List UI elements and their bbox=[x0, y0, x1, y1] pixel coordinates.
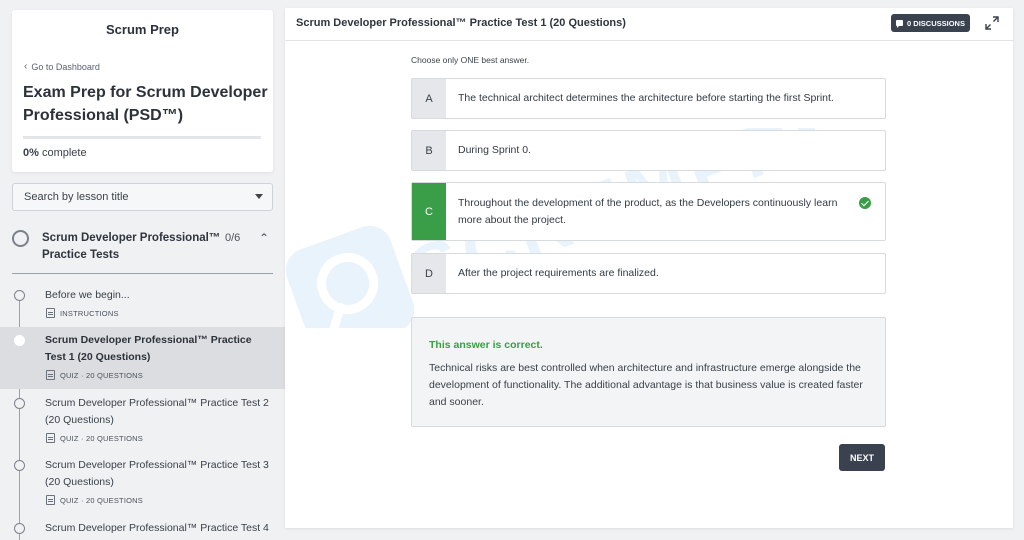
option-letter: D bbox=[412, 254, 446, 293]
progress-percent: 0% bbox=[23, 147, 39, 159]
lesson-item[interactable]: Before we begin... INSTRUCTIONS bbox=[0, 281, 285, 327]
document-icon bbox=[46, 308, 55, 318]
feedback-body: Technical risks are best controlled when… bbox=[429, 362, 863, 408]
chat-bubble-icon bbox=[896, 20, 904, 28]
caret-down-icon bbox=[255, 194, 263, 199]
lesson-status-icon bbox=[14, 460, 25, 471]
lesson-item[interactable]: Scrum Developer Professional™ Practice T… bbox=[0, 390, 285, 452]
check-circle-icon bbox=[859, 197, 871, 209]
quiz-icon bbox=[46, 433, 55, 443]
expand-icon[interactable] bbox=[985, 16, 999, 30]
chevron-up-icon[interactable]: ⌃ bbox=[259, 231, 269, 245]
option-letter: A bbox=[412, 79, 446, 118]
lesson-meta: QUIZ · 20 QUESTIONS bbox=[46, 495, 143, 505]
back-to-dashboard-link[interactable]: ‹ Go to Dashboard bbox=[24, 61, 100, 72]
course-title: Exam Prep for Scrum Developer Profession… bbox=[23, 84, 268, 124]
lesson-title: Scrum Developer Professional™ Practice T… bbox=[45, 334, 252, 363]
option-letter: B bbox=[412, 131, 446, 170]
lesson-item-active[interactable]: Scrum Developer Professional™ Practice T… bbox=[0, 327, 285, 389]
section-header[interactable]: Scrum Developer Professional™ Practice T… bbox=[12, 228, 273, 274]
lesson-status-icon bbox=[14, 398, 25, 409]
lesson-item[interactable]: Scrum Developer Professional™ Practice T… bbox=[0, 452, 285, 514]
discussions-button[interactable]: 0 DISCUSSIONS bbox=[891, 14, 970, 32]
option-letter: C bbox=[412, 183, 446, 240]
quiz-panel: SCRUMPREP Scrum Developer Professional™ … bbox=[285, 8, 1013, 528]
answer-option-c[interactable]: C Throughout the development of the prod… bbox=[411, 182, 886, 241]
course-card: Scrum Prep ‹ Go to Dashboard Exam Prep f… bbox=[12, 10, 273, 172]
lesson-status-icon bbox=[14, 290, 25, 301]
lesson-meta-label: QUIZ · 20 QUESTIONS bbox=[60, 370, 143, 380]
lesson-meta-label: QUIZ · 20 QUESTIONS bbox=[60, 433, 143, 443]
section-status-circle-icon bbox=[12, 230, 29, 247]
option-text: During Sprint 0. bbox=[458, 144, 531, 156]
next-button[interactable]: NEXT bbox=[839, 444, 885, 471]
quiz-title: Scrum Developer Professional™ Practice T… bbox=[296, 17, 626, 29]
feedback-title: This answer is correct. bbox=[429, 339, 543, 351]
progress-bar bbox=[23, 136, 261, 139]
search-select-label: Search by lesson title bbox=[24, 191, 129, 203]
lesson-item[interactable]: Scrum Developer Professional™ Practice T… bbox=[0, 515, 285, 540]
answer-option-d[interactable]: D After the project requirements are fin… bbox=[411, 253, 886, 294]
section-title: Scrum Developer Professional™ Practice T… bbox=[42, 232, 221, 261]
chevron-left-icon: ‹ bbox=[24, 61, 28, 72]
answer-feedback: This answer is correct. Technical risks … bbox=[411, 317, 886, 427]
option-text: The technical architect determines the a… bbox=[458, 92, 834, 104]
lesson-search-select[interactable]: Search by lesson title bbox=[12, 183, 273, 211]
back-link-label: Go to Dashboard bbox=[31, 61, 100, 72]
lesson-meta: INSTRUCTIONS bbox=[46, 308, 119, 318]
quiz-header: Scrum Developer Professional™ Practice T… bbox=[285, 8, 1013, 41]
lesson-title: Scrum Developer Professional™ Practice T… bbox=[45, 522, 269, 534]
lesson-meta: QUIZ · 20 QUESTIONS bbox=[46, 433, 143, 443]
answer-option-b[interactable]: B During Sprint 0. bbox=[411, 130, 886, 171]
instruction-text: Choose only ONE best answer. bbox=[411, 55, 530, 65]
lesson-title: Scrum Developer Professional™ Practice T… bbox=[45, 459, 269, 488]
quiz-icon bbox=[46, 370, 55, 380]
lesson-status-icon bbox=[14, 523, 25, 534]
section-count: 0/6 bbox=[225, 232, 241, 244]
lesson-meta-label: QUIZ · 20 QUESTIONS bbox=[60, 495, 143, 505]
answer-option-a[interactable]: A The technical architect determines the… bbox=[411, 78, 886, 119]
lesson-meta: QUIZ · 20 QUESTIONS bbox=[46, 370, 143, 380]
lesson-title: Scrum Developer Professional™ Practice T… bbox=[45, 397, 269, 426]
option-text: After the project requirements are final… bbox=[458, 267, 659, 279]
lesson-title: Before we begin... bbox=[45, 289, 130, 301]
brand-name: Scrum Prep bbox=[106, 22, 179, 37]
lesson-status-icon bbox=[14, 335, 25, 346]
option-text: Throughout the development of the produc… bbox=[458, 196, 838, 226]
lesson-meta-label: INSTRUCTIONS bbox=[60, 308, 119, 318]
discussions-label: 0 DISCUSSIONS bbox=[907, 18, 965, 28]
quiz-icon bbox=[46, 495, 55, 505]
progress-text: 0% complete bbox=[23, 147, 87, 159]
sidebar: Scrum Prep ‹ Go to Dashboard Exam Prep f… bbox=[0, 0, 285, 540]
progress-suffix: complete bbox=[41, 147, 87, 159]
